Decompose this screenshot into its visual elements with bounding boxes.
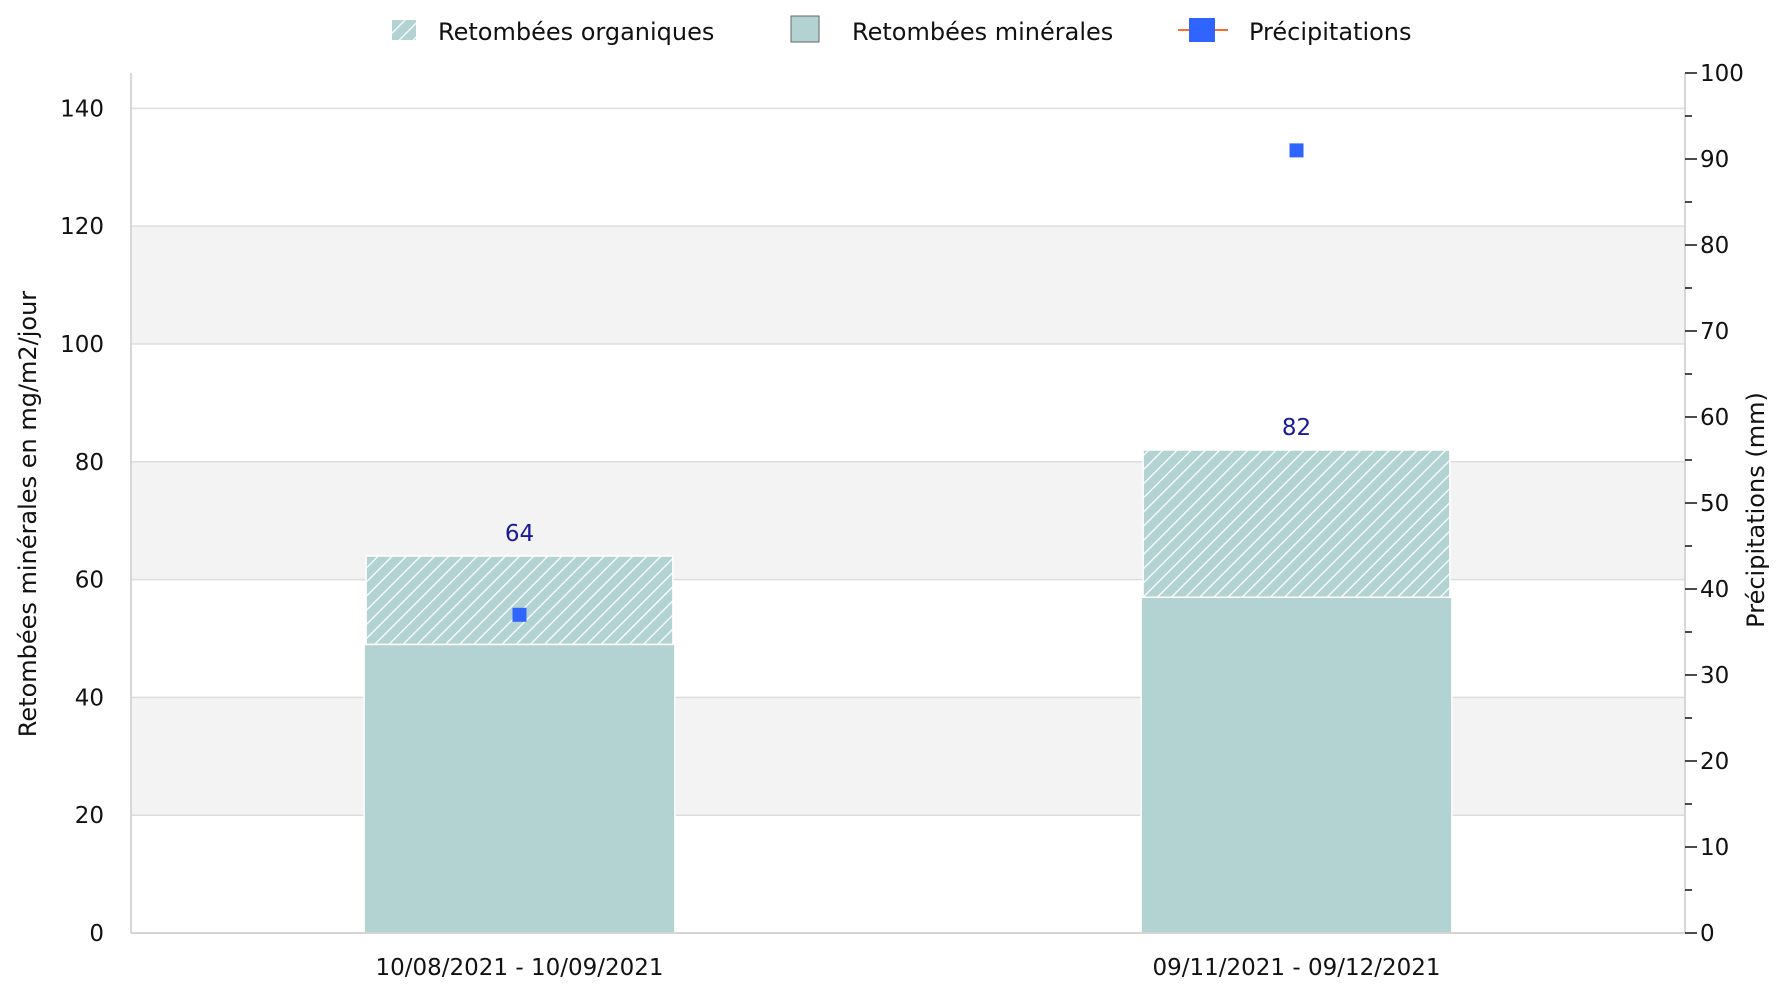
left-axis-title: Retombées minérales en mg/m2/jour (14, 291, 42, 738)
plot-band (131, 461, 1685, 580)
right-axis-title: Précipitations (mm) (1742, 392, 1770, 628)
left-axis-ticks: 0 20 40 60 80 100 120 140 (60, 96, 104, 947)
chart-container: Retombées organiques Retombées minérales… (0, 0, 1776, 981)
plot-band (131, 226, 1685, 344)
right-tick-label: 20 (1700, 749, 1729, 775)
bar-organic (365, 555, 674, 646)
legend-organic-label: Retombées organiques (438, 18, 714, 46)
left-tick-label: 100 (60, 332, 104, 358)
right-tick-label: 40 (1700, 577, 1729, 603)
right-tick-label: 90 (1700, 147, 1729, 173)
right-tick-label: 100 (1700, 61, 1744, 87)
left-tick-label: 40 (75, 685, 104, 711)
legend-organic-swatch (392, 20, 416, 40)
legend-mineral-label: Retombées minérales (852, 18, 1113, 46)
right-axis-ticks: 0 10 20 30 40 50 60 70 80 90 100 (1685, 61, 1744, 947)
left-tick-label: 60 (75, 568, 104, 594)
left-tick-label: 80 (75, 450, 104, 476)
right-tick-label: 80 (1700, 233, 1729, 259)
x-axis-ticks: 10/08/2021 - 10/09/2021 09/11/2021 - 09/1… (375, 955, 1440, 981)
bar-mineral (1140, 596, 1453, 934)
precip-marker (1289, 143, 1304, 158)
left-tick-label: 140 (60, 96, 104, 122)
legend-precip-label: Précipitations (1249, 18, 1412, 46)
right-tick-label: 0 (1700, 921, 1715, 947)
total-label: 64 (505, 521, 534, 547)
legend-precip-marker (1189, 18, 1215, 42)
right-tick-label: 70 (1700, 319, 1729, 345)
left-tick-label: 120 (60, 214, 104, 240)
legend: Retombées organiques Retombées minérales… (392, 15, 1412, 46)
total-label: 82 (1282, 415, 1311, 441)
right-tick-label: 50 (1700, 491, 1729, 517)
legend-mineral-swatch (790, 15, 820, 43)
right-tick-label: 10 (1700, 835, 1729, 861)
right-tick-label: 60 (1700, 405, 1729, 431)
x-tick-label: 09/11/2021 - 09/12/2021 (1152, 955, 1440, 981)
precip-marker (512, 607, 527, 622)
chart-svg: Retombées organiques Retombées minérales… (14, 15, 1770, 981)
left-tick-label: 20 (75, 803, 104, 829)
bar-mineral (363, 643, 676, 934)
right-tick-label: 30 (1700, 663, 1729, 689)
left-tick-label: 0 (89, 921, 104, 947)
bar-organic (1142, 449, 1451, 598)
x-tick-label: 10/08/2021 - 10/09/2021 (375, 955, 663, 981)
